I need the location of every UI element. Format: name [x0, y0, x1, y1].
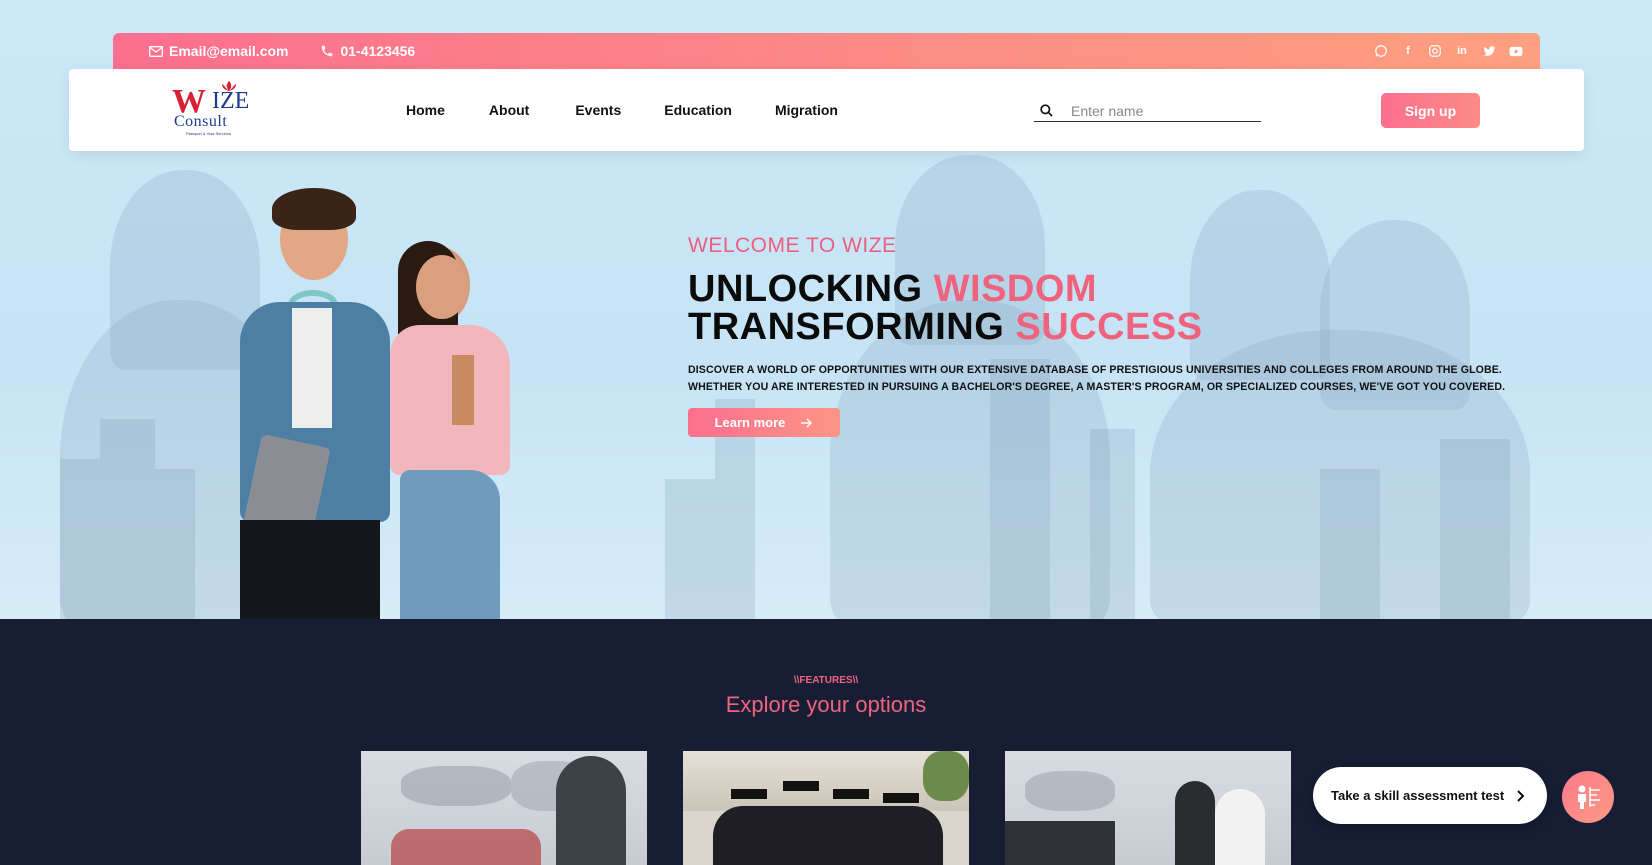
sign-up-button[interactable]: Sign up — [1381, 93, 1480, 128]
phone-text: 01-4123456 — [340, 43, 416, 59]
hero-content: WELCOME TO WIZE UNLOCKING WISDOM TRANSFO… — [688, 234, 1548, 437]
youtube-icon[interactable] — [1508, 43, 1524, 59]
skill-test-fab[interactable] — [1562, 771, 1614, 823]
background-building — [1090, 429, 1135, 619]
feature-card-consultation[interactable] — [361, 751, 647, 865]
hero-description-line-1: DISCOVER A WORLD OF OPPORTUNITIES WITH O… — [688, 364, 1502, 376]
nav-education[interactable]: Education — [664, 102, 732, 118]
whatsapp-icon[interactable] — [1373, 43, 1389, 59]
headline-transforming: TRANSFORMING — [688, 306, 1016, 348]
background-building — [1440, 439, 1510, 619]
person-chart-icon — [1578, 785, 1600, 809]
search-input[interactable] — [1071, 102, 1251, 119]
hero-students-image — [220, 188, 540, 619]
audience — [391, 829, 541, 865]
tree — [923, 751, 969, 801]
main-navbar: W IZE Consult Passport & Visa Services H… — [69, 69, 1584, 151]
learn-more-button[interactable]: Learn more — [688, 408, 840, 437]
staff-person — [1215, 789, 1265, 865]
features-kicker: \\FEATURES\\ — [793, 675, 859, 686]
nav-about[interactable]: About — [489, 102, 529, 118]
arrow-right-icon — [801, 417, 813, 428]
nav-migration[interactable]: Migration — [775, 102, 838, 118]
student-man — [220, 188, 400, 619]
feature-card-office[interactable] — [1005, 751, 1291, 865]
features-section: \\FEATURES\\ Explore your options — [0, 619, 1652, 865]
chevron-right-icon — [1517, 789, 1525, 802]
graduation-cap — [783, 781, 819, 791]
hero-headline: UNLOCKING WISDOM TRANSFORMING SUCCESS — [688, 270, 1548, 346]
social-links: f in — [1373, 43, 1540, 59]
mail-icon — [149, 45, 163, 57]
background-building — [1320, 469, 1380, 619]
student-woman — [380, 241, 540, 619]
headline-wisdom: WISDOM — [933, 268, 1098, 310]
twitter-icon[interactable] — [1481, 43, 1497, 59]
email-contact[interactable]: Email@email.com — [149, 43, 288, 59]
graduation-cap — [833, 789, 869, 799]
logo-tagline: Passport & Visa Services — [186, 131, 231, 136]
email-text: Email@email.com — [169, 43, 289, 59]
phone-icon — [322, 45, 333, 57]
logo-letters-ize: IZE — [212, 88, 250, 114]
map-shape — [401, 766, 511, 806]
phone-contact[interactable]: 01-4123456 — [320, 43, 415, 59]
logo-consult: Consult — [174, 113, 228, 130]
facebook-icon[interactable]: f — [1400, 43, 1416, 59]
skill-assessment-button[interactable]: Take a skill assessment test — [1313, 767, 1547, 824]
man-pants — [240, 520, 380, 619]
graduates — [713, 806, 943, 865]
instagram-icon[interactable] — [1427, 43, 1443, 59]
hero-description: DISCOVER A WORLD OF OPPORTUNITIES WITH O… — [688, 362, 1548, 396]
search-bar — [1034, 100, 1261, 122]
skill-assessment-label: Take a skill assessment test — [1331, 788, 1505, 803]
search-icon[interactable] — [1037, 101, 1057, 121]
learn-more-label: Learn more — [714, 415, 786, 430]
monitors — [1005, 821, 1115, 865]
graduation-cap — [883, 793, 919, 803]
presenter — [556, 756, 626, 865]
woman-face-front — [416, 255, 468, 319]
headline-unlocking: UNLOCKING — [688, 268, 934, 310]
contact-strip: Email@email.com 01-4123456 f in — [113, 33, 1540, 69]
wize-consult-logo[interactable]: W IZE Consult Passport & Visa Services — [172, 81, 252, 137]
woman-pink-shirt — [390, 325, 510, 475]
headline-success: SUCCESS — [1015, 306, 1203, 348]
woman-jeans — [400, 470, 500, 619]
graduation-cap — [731, 789, 767, 799]
nav-menu: Home About Events Education Migration — [406, 69, 882, 151]
background-building — [665, 479, 715, 619]
background-building — [100, 419, 155, 619]
feature-card-graduation[interactable] — [683, 751, 969, 865]
features-title: Explore your options — [725, 692, 927, 717]
man-hair — [272, 188, 356, 230]
nav-events[interactable]: Events — [575, 102, 621, 118]
background-building — [155, 469, 195, 619]
nav-home[interactable]: Home — [406, 102, 445, 118]
staff-person — [1175, 781, 1215, 865]
map-shape — [1025, 771, 1115, 811]
hero-description-line-2: WHETHER YOU ARE INTERESTED IN PURSUING A… — [688, 381, 1506, 393]
books — [452, 355, 474, 425]
man-shirt — [292, 308, 332, 428]
background-building — [60, 459, 100, 619]
welcome-heading: WELCOME TO WIZE — [688, 234, 897, 257]
linkedin-icon[interactable]: in — [1454, 43, 1470, 59]
